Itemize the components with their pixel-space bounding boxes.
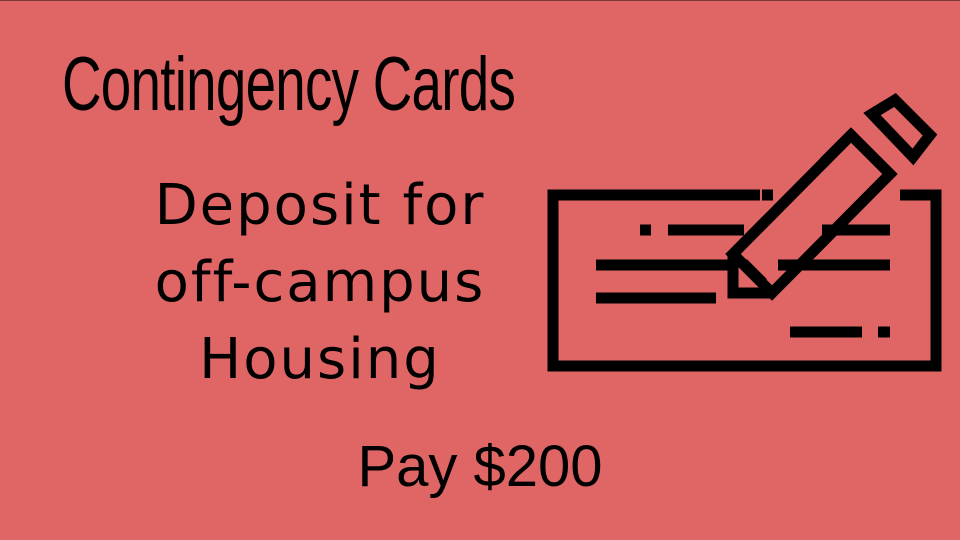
card-name-line-3: Housing [199, 327, 441, 392]
card-name-line-1: Deposit for [154, 173, 486, 238]
card-name-line-2: off-campus [154, 250, 486, 315]
check-and-pen-icon [547, 93, 942, 372]
slide: Contingency Cards Deposit for off-campus… [0, 0, 960, 540]
card-name: Deposit for off-campus Housing [100, 167, 540, 398]
slide-title: Contingency Cards [62, 42, 516, 127]
payment-amount: Pay $200 [357, 434, 603, 499]
